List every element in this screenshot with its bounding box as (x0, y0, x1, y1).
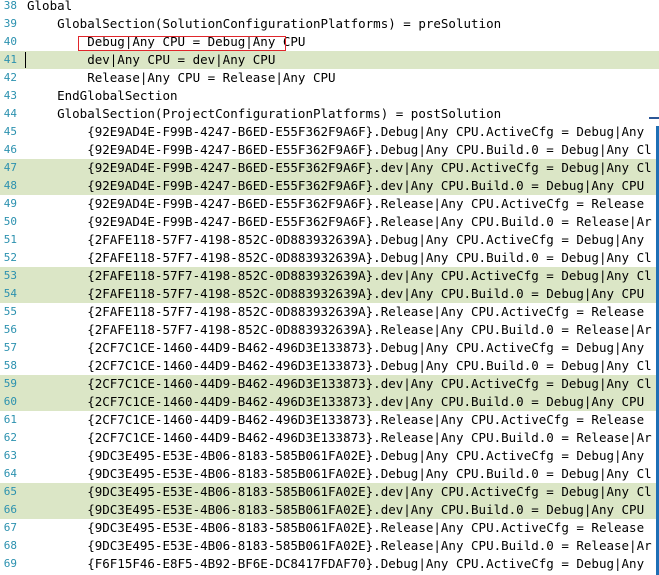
code-line[interactable]: 46 {92E9AD4E-F99B-4247-B6ED-E55F362F9A6F… (0, 141, 659, 159)
code-text[interactable]: GlobalSection(ProjectConfigurationPlatfo… (27, 105, 501, 123)
line-number: 53 (3, 269, 17, 282)
code-text[interactable]: {2FAFE118-57F7-4198-852C-0D883932639A}.d… (27, 267, 651, 285)
code-line[interactable]: 63 {9DC3E495-E53E-4B06-8183-585B061FA02E… (0, 447, 659, 465)
line-number: 45 (3, 125, 17, 138)
code-line[interactable]: 52 {2FAFE118-57F7-4198-852C-0D883932639A… (0, 249, 659, 267)
line-number: 64 (3, 467, 17, 480)
code-text[interactable]: {2CF7C1CE-1460-44D9-B462-496D3E133873}.R… (27, 429, 651, 447)
code-text[interactable]: dev|Any CPU = dev|Any CPU (27, 51, 275, 69)
line-number: 60 (3, 395, 17, 408)
code-text[interactable]: {9DC3E495-E53E-4B06-8183-585B061FA02E}.D… (27, 465, 651, 483)
line-number: 59 (3, 377, 17, 390)
code-line[interactable]: 59 {2CF7C1CE-1460-44D9-B462-496D3E133873… (0, 375, 659, 393)
code-text[interactable]: {2FAFE118-57F7-4198-852C-0D883932639A}.D… (27, 231, 644, 249)
code-line[interactable]: 66 {9DC3E495-E53E-4B06-8183-585B061FA02E… (0, 501, 659, 519)
code-line[interactable]: 54 {2FAFE118-57F7-4198-852C-0D883932639A… (0, 285, 659, 303)
line-number: 40 (3, 35, 17, 48)
annotation-highlight-box (78, 36, 286, 51)
line-number: 55 (3, 305, 17, 318)
line-number: 67 (3, 521, 17, 534)
code-text[interactable]: {9DC3E495-E53E-4B06-8183-585B061FA02E}.D… (27, 447, 644, 465)
line-number: 69 (3, 557, 17, 570)
code-text[interactable]: {2FAFE118-57F7-4198-852C-0D883932639A}.R… (27, 321, 651, 339)
code-line[interactable]: 68 {9DC3E495-E53E-4B06-8183-585B061FA02E… (0, 537, 659, 555)
line-number: 48 (3, 179, 17, 192)
text-caret (25, 52, 26, 68)
code-line[interactable]: 45 {92E9AD4E-F99B-4247-B6ED-E55F362F9A6F… (0, 123, 659, 141)
line-number: 61 (3, 413, 17, 426)
code-text[interactable]: {2CF7C1CE-1460-44D9-B462-496D3E133873}.d… (27, 393, 644, 411)
code-text[interactable]: {92E9AD4E-F99B-4247-B6ED-E55F362F9A6F}.D… (27, 123, 644, 141)
line-number: 46 (3, 143, 17, 156)
line-number: 49 (3, 197, 17, 210)
code-text[interactable]: Global (27, 0, 72, 15)
code-text[interactable]: {92E9AD4E-F99B-4247-B6ED-E55F362F9A6F}.R… (27, 195, 644, 213)
line-number: 44 (3, 107, 17, 120)
code-text[interactable]: {9DC3E495-E53E-4B06-8183-585B061FA02E}.R… (27, 537, 651, 555)
code-text[interactable]: {2CF7C1CE-1460-44D9-B462-496D3E133873}.R… (27, 411, 644, 429)
code-line[interactable]: 60 {2CF7C1CE-1460-44D9-B462-496D3E133873… (0, 393, 659, 411)
code-lines[interactable]: 38 Global 39 GlobalSection(SolutionConfigu… (0, 0, 659, 573)
line-number: 47 (3, 161, 17, 174)
code-text[interactable]: EndGlobalSection (27, 87, 177, 105)
code-text[interactable]: {2FAFE118-57F7-4198-852C-0D883932639A}.D… (27, 249, 651, 267)
line-number: 52 (3, 251, 17, 264)
line-number: 66 (3, 503, 17, 516)
code-line[interactable]: 58 {2CF7C1CE-1460-44D9-B462-496D3E133873… (0, 357, 659, 375)
code-text[interactable]: {2CF7C1CE-1460-44D9-B462-496D3E133873}.D… (27, 339, 644, 357)
code-line[interactable]: 41 dev|Any CPU = dev|Any CPU (0, 51, 659, 69)
code-line[interactable]: 67 {9DC3E495-E53E-4B06-8183-585B061FA02E… (0, 519, 659, 537)
code-editor[interactable]: 38 Global 39 GlobalSection(SolutionConfigu… (0, 0, 659, 575)
code-line[interactable]: 49 {92E9AD4E-F99B-4247-B6ED-E55F362F9A6F… (0, 195, 659, 213)
code-line[interactable]: 44 GlobalSection(ProjectConfigurationPla… (0, 105, 659, 123)
code-text[interactable]: {92E9AD4E-F99B-4247-B6ED-E55F362F9A6F}.d… (27, 159, 651, 177)
code-line[interactable]: 38 Global (0, 0, 659, 15)
code-line[interactable]: 69 {F6F15F46-E8F5-4B92-BF6E-DC8417FDAF70… (0, 555, 659, 573)
code-line[interactable]: 55 {2FAFE118-57F7-4198-852C-0D883932639A… (0, 303, 659, 321)
code-line[interactable]: 57 {2CF7C1CE-1460-44D9-B462-496D3E133873… (0, 339, 659, 357)
code-text[interactable]: {2CF7C1CE-1460-44D9-B462-496D3E133873}.D… (27, 357, 651, 375)
line-number: 42 (3, 71, 17, 84)
code-line[interactable]: 42 Release|Any CPU = Release|Any CPU (0, 69, 659, 87)
code-text[interactable]: {9DC3E495-E53E-4B06-8183-585B061FA02E}.d… (27, 483, 651, 501)
code-line[interactable]: 51 {2FAFE118-57F7-4198-852C-0D883932639A… (0, 231, 659, 249)
code-text[interactable]: {2CF7C1CE-1460-44D9-B462-496D3E133873}.d… (27, 375, 651, 393)
line-number: 58 (3, 359, 17, 372)
line-number: 51 (3, 233, 17, 246)
code-text[interactable]: {92E9AD4E-F99B-4247-B6ED-E55F362F9A6F}.d… (27, 177, 644, 195)
code-text[interactable]: GlobalSection(SolutionConfigurationPlatf… (27, 15, 501, 33)
code-line[interactable]: 65 {9DC3E495-E53E-4B06-8183-585B061FA02E… (0, 483, 659, 501)
line-number: 63 (3, 449, 17, 462)
code-line[interactable]: 39 GlobalSection(SolutionConfigurationPl… (0, 15, 659, 33)
line-number: 56 (3, 323, 17, 336)
code-line[interactable]: 53 {2FAFE118-57F7-4198-852C-0D883932639A… (0, 267, 659, 285)
line-number: 39 (3, 17, 17, 30)
code-text[interactable]: {F6F15F46-E8F5-4B92-BF6E-DC8417FDAF70}.D… (27, 555, 644, 573)
code-line[interactable]: 48 {92E9AD4E-F99B-4247-B6ED-E55F362F9A6F… (0, 177, 659, 195)
code-text[interactable]: {92E9AD4E-F99B-4247-B6ED-E55F362F9A6F}.D… (27, 141, 651, 159)
line-number: 38 (3, 0, 17, 12)
line-number: 54 (3, 287, 17, 300)
code-line[interactable]: 43 EndGlobalSection (0, 87, 659, 105)
line-number: 62 (3, 431, 17, 444)
line-number: 50 (3, 215, 17, 228)
code-text[interactable]: {2FAFE118-57F7-4198-852C-0D883932639A}.d… (27, 285, 644, 303)
code-text[interactable]: {2FAFE118-57F7-4198-852C-0D883932639A}.R… (27, 303, 644, 321)
code-text[interactable]: {92E9AD4E-F99B-4247-B6ED-E55F362F9A6F}.R… (27, 213, 651, 231)
scrollbar-top-marker (649, 117, 659, 119)
line-number: 65 (3, 485, 17, 498)
code-line[interactable]: 61 {2CF7C1CE-1460-44D9-B462-496D3E133873… (0, 411, 659, 429)
code-text[interactable]: {9DC3E495-E53E-4B06-8183-585B061FA02E}.R… (27, 519, 644, 537)
code-line[interactable]: 50 {92E9AD4E-F99B-4247-B6ED-E55F362F9A6F… (0, 213, 659, 231)
line-number: 57 (3, 341, 17, 354)
code-line[interactable]: 64 {9DC3E495-E53E-4B06-8183-585B061FA02E… (0, 465, 659, 483)
code-line[interactable]: 56 {2FAFE118-57F7-4198-852C-0D883932639A… (0, 321, 659, 339)
line-number: 41 (3, 53, 17, 66)
code-text[interactable]: Release|Any CPU = Release|Any CPU (27, 69, 335, 87)
code-line[interactable]: 47 {92E9AD4E-F99B-4247-B6ED-E55F362F9A6F… (0, 159, 659, 177)
code-text[interactable]: {9DC3E495-E53E-4B06-8183-585B061FA02E}.d… (27, 501, 644, 519)
code-line[interactable]: 62 {2CF7C1CE-1460-44D9-B462-496D3E133873… (0, 429, 659, 447)
line-number: 43 (3, 89, 17, 102)
line-number: 68 (3, 539, 17, 552)
